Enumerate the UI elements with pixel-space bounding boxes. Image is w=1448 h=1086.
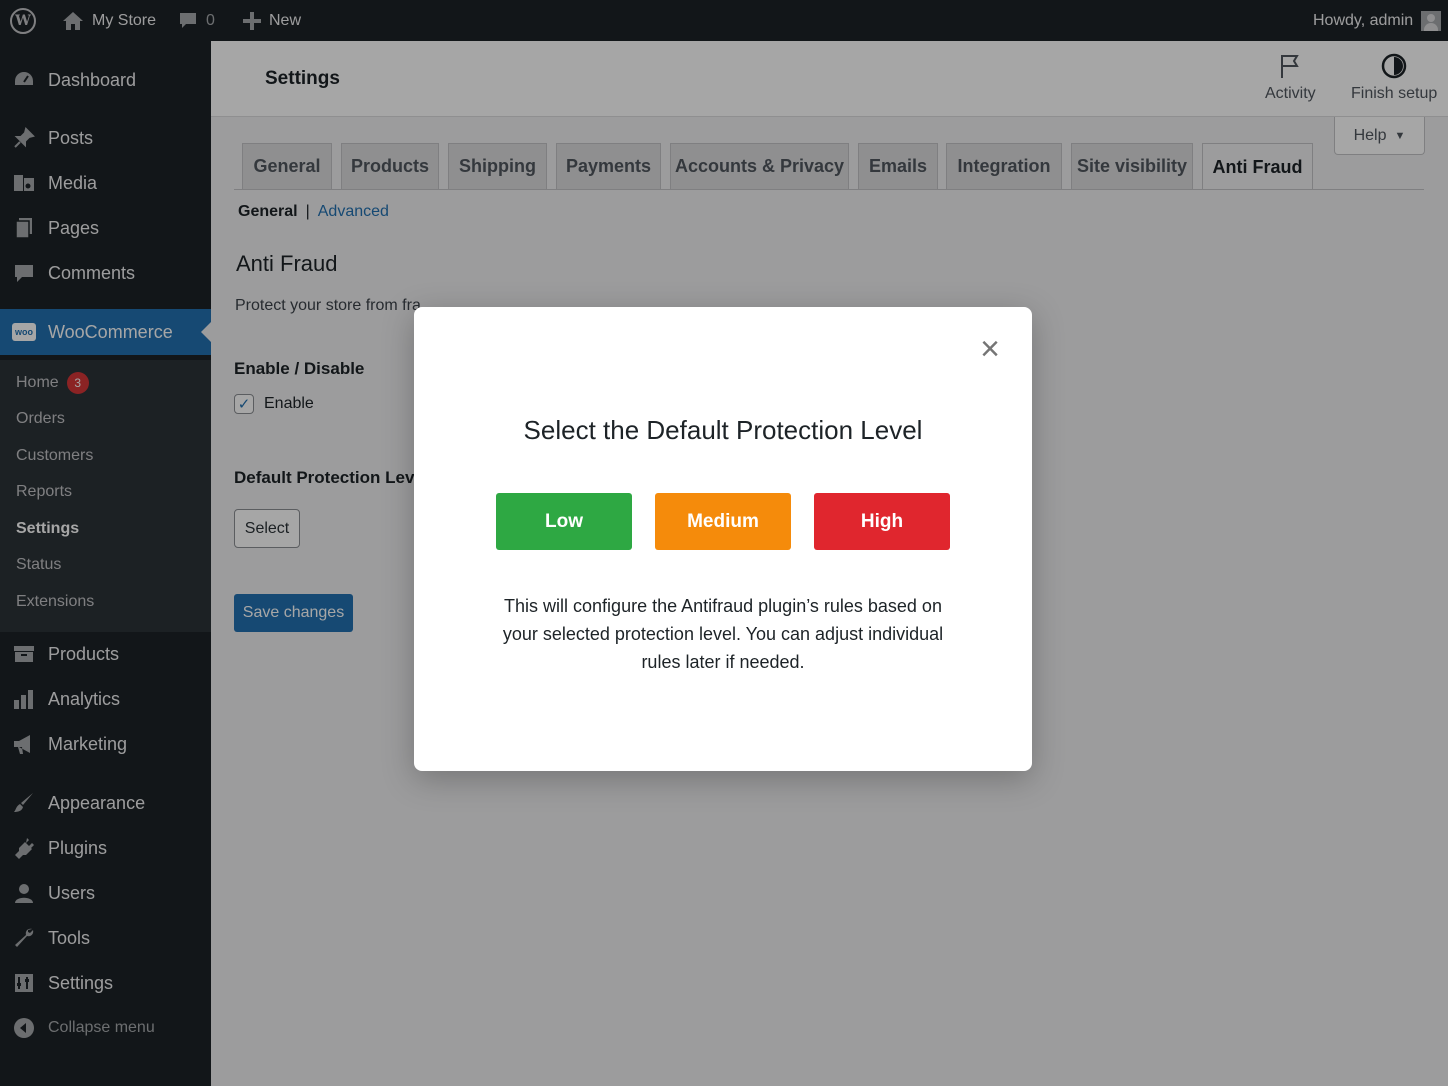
high-level-button[interactable]: High	[814, 493, 950, 550]
modal-description: This will configure the Antifraud plugin…	[502, 596, 944, 672]
protection-level-modal: × Select the Default Protection Level Lo…	[414, 307, 1032, 771]
close-icon[interactable]: ×	[974, 332, 1006, 366]
low-level-button[interactable]: Low	[496, 493, 632, 550]
medium-level-button[interactable]: Medium	[655, 493, 791, 550]
modal-title: Select the Default Protection Level	[523, 415, 923, 445]
